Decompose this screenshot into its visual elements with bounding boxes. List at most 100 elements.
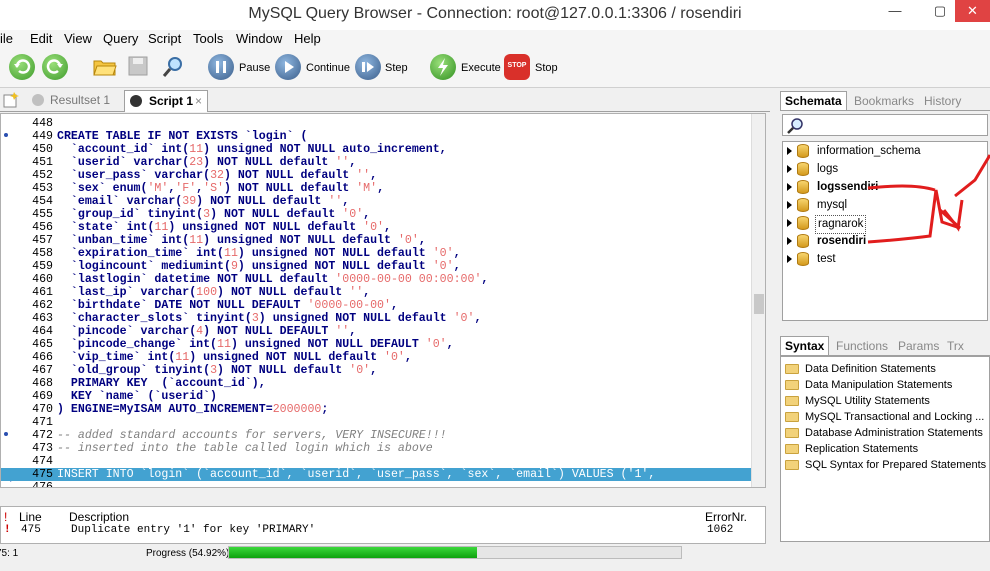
tab-schemata[interactable]: Schemata <box>780 91 847 110</box>
pause-button[interactable]: Pause <box>208 54 270 82</box>
code-line[interactable]: 473 -- inserted into the table called log… <box>1 442 751 455</box>
execute-button[interactable]: Execute <box>430 54 501 82</box>
folder-icon <box>785 444 799 454</box>
database-icon <box>797 234 809 248</box>
back-button[interactable] <box>9 54 35 82</box>
search-button[interactable] <box>160 54 186 82</box>
tab-history[interactable]: History <box>924 94 961 108</box>
line-number: 451 <box>32 156 53 169</box>
code-line[interactable]: 472 -- added standard accounts for server… <box>1 429 751 442</box>
code-line[interactable]: 474 <box>1 455 751 468</box>
code-line[interactable]: 454 `email` varchar(39) NOT NULL default… <box>1 195 751 208</box>
menu-tools[interactable]: Tools <box>193 31 223 46</box>
code-text: `user_pass` varchar(32) NOT NULL default… <box>57 169 378 182</box>
code-line[interactable]: 457 `unban_time` int(11) unsigned NOT NU… <box>1 234 751 247</box>
schema-item-rosendiri[interactable]: rosendiri <box>787 233 982 250</box>
code-line[interactable]: 476 <box>1 481 751 487</box>
code-line[interactable]: 459 `logincount` mediumint(9) unsigned N… <box>1 260 751 273</box>
code-line[interactable]: 465 `pincode_change` int(11) unsigned NO… <box>1 338 751 351</box>
expand-arrow-icon[interactable] <box>787 147 792 155</box>
schema-item-test[interactable]: test <box>787 251 982 268</box>
syntax-item[interactable]: MySQL Transactional and Locking ... <box>785 409 989 425</box>
schema-item-label: logssendiri <box>817 181 879 193</box>
minimize-button[interactable]: — <box>880 0 910 22</box>
stop-button[interactable]: STOP Stop <box>504 54 559 82</box>
menu-window[interactable]: Window <box>236 31 282 46</box>
line-number: 457 <box>32 234 53 247</box>
code-line[interactable]: 458 `expiration_time` int(11) unsigned N… <box>1 247 751 260</box>
menu-view[interactable]: View <box>64 31 92 46</box>
code-line[interactable]: 461 `last_ip` varchar(100) NOT NULL defa… <box>1 286 751 299</box>
schema-item-information_schema[interactable]: information_schema <box>787 143 982 160</box>
schema-item-logssendiri[interactable]: logssendiri <box>787 179 982 196</box>
code-line[interactable]: 467 `old_group` tinyint(3) NOT NULL defa… <box>1 364 751 377</box>
schema-tree[interactable]: information_schema logs logssendiri mysql ra… <box>782 141 988 321</box>
tab-script[interactable]: Script 1 × <box>124 90 208 112</box>
code-line[interactable]: 453 `sex` enum('M','F','S') NOT NULL def… <box>1 182 751 195</box>
code-line[interactable]: 475 INSERT INTO `login` (`account_id`, `u… <box>1 468 751 481</box>
syntax-item[interactable]: MySQL Utility Statements <box>785 393 989 409</box>
syntax-item[interactable]: Data Manipulation Statements <box>785 377 989 393</box>
menu-help[interactable]: Help <box>294 31 321 46</box>
menu-query[interactable]: Query <box>103 31 138 46</box>
tab-resultset[interactable]: Resultset 1 <box>26 90 116 112</box>
editor-scrollbar-thumb[interactable] <box>754 294 764 314</box>
code-line[interactable]: 462 `birthdate` DATE NOT NULL DEFAULT '0… <box>1 299 751 312</box>
database-icon <box>797 144 809 158</box>
continue-button[interactable]: Continue <box>275 54 350 82</box>
open-button[interactable] <box>93 54 117 82</box>
expand-arrow-icon[interactable] <box>787 183 792 191</box>
editor-scrollbar[interactable] <box>751 114 765 487</box>
expand-arrow-icon[interactable] <box>787 237 792 245</box>
step-button[interactable]: Step <box>355 54 410 82</box>
syntax-item[interactable]: Data Definition Statements <box>785 361 989 377</box>
save-button[interactable] <box>126 54 150 82</box>
schema-item-ragnarok[interactable]: ragnarok <box>787 215 982 234</box>
code-line[interactable]: 469 KEY `name` (`userid`) <box>1 390 751 403</box>
tab-bookmarks[interactable]: Bookmarks <box>854 94 914 108</box>
menu-file[interactable]: File <box>0 31 13 46</box>
schema-item-logs[interactable]: logs <box>787 161 982 178</box>
expand-arrow-icon[interactable] <box>787 201 792 209</box>
maximize-button[interactable]: ▢ <box>925 0 955 22</box>
tab-trx[interactable]: Trx <box>947 339 964 353</box>
expand-arrow-icon[interactable] <box>787 219 792 227</box>
script-editor[interactable]: 448 449 CREATE TABLE IF NOT EXISTS `login`… <box>0 113 766 488</box>
tab-functions[interactable]: Functions <box>836 339 888 353</box>
code-line[interactable]: 468 PRIMARY KEY (`account_id`), <box>1 377 751 390</box>
close-button[interactable]: ✕ <box>955 0 990 22</box>
code-line[interactable]: 450 `account_id` int(11) unsigned NOT NU… <box>1 143 751 156</box>
code-text: -- inserted into the table called login … <box>57 442 433 455</box>
lightning-icon <box>430 54 456 80</box>
stop-label: Stop <box>535 62 558 74</box>
syntax-item[interactable]: Database Administration Statements <box>785 425 989 441</box>
code-line[interactable]: 464 `pincode` varchar(4) NOT NULL DEFAUL… <box>1 325 751 338</box>
code-line[interactable]: 452 `user_pass` varchar(32) NOT NULL def… <box>1 169 751 182</box>
code-line[interactable]: 455 `group_id` tinyint(3) NOT NULL defau… <box>1 208 751 221</box>
new-tab-icon[interactable] <box>2 91 20 109</box>
syntax-item[interactable]: SQL Syntax for Prepared Statements <box>785 457 989 473</box>
code-line[interactable]: 460 `lastlogin` datetime NOT NULL defaul… <box>1 273 751 286</box>
code-line[interactable]: 470) ENGINE=MyISAM AUTO_INCREMENT=200000… <box>1 403 751 416</box>
folder-icon <box>785 412 799 422</box>
code-line[interactable]: 463 `character_slots` tinyint(3) unsigne… <box>1 312 751 325</box>
syntax-tree[interactable]: Data Definition Statements Data Manipulat… <box>780 356 990 542</box>
expand-arrow-icon[interactable] <box>787 165 792 173</box>
schema-item-mysql[interactable]: mysql <box>787 197 982 214</box>
code-line[interactable]: 449 CREATE TABLE IF NOT EXISTS `login` ( <box>1 130 751 143</box>
syntax-item[interactable]: Replication Statements <box>785 441 989 457</box>
tab-script-label: Script 1 <box>149 94 194 108</box>
tab-close-icon[interactable]: × <box>195 91 202 111</box>
code-line[interactable]: 456 `state` int(11) unsigned NOT NULL de… <box>1 221 751 234</box>
forward-button[interactable] <box>42 54 68 82</box>
schema-search-input[interactable] <box>782 114 988 136</box>
menu-edit[interactable]: Edit <box>30 31 52 46</box>
code-line[interactable]: 466 `vip_time` int(11) unsigned NOT NULL… <box>1 351 751 364</box>
code-line[interactable]: 451 `userid` varchar(23) NOT NULL defaul… <box>1 156 751 169</box>
tab-params[interactable]: Params <box>898 339 939 353</box>
code-line[interactable]: 448 <box>1 117 751 130</box>
menu-script[interactable]: Script <box>148 31 181 46</box>
expand-arrow-icon[interactable] <box>787 255 792 263</box>
tab-syntax[interactable]: Syntax <box>780 336 830 355</box>
code-line[interactable]: 471 <box>1 416 751 429</box>
